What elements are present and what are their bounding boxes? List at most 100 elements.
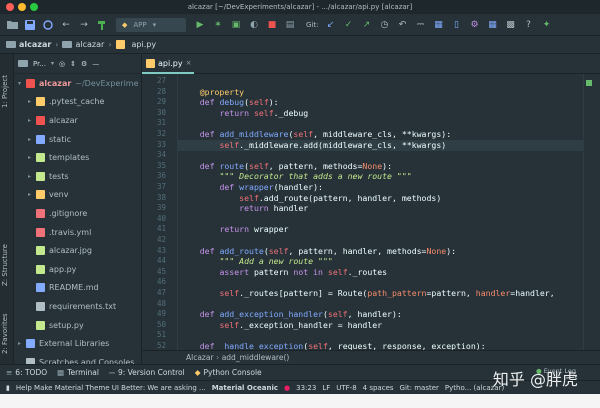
tree-item[interactable]: ▾ alcazar ~/DevExperime (14, 74, 141, 93)
open-folder-icon[interactable] (4, 17, 20, 33)
history-icon[interactable]: ◷ (376, 17, 392, 33)
diff-icon[interactable]: ▦ (430, 17, 446, 33)
code-line[interactable]: def add_exception_handler(self, handler)… (180, 309, 590, 320)
code-line[interactable]: self.add_route(pattern, handler, methods… (180, 193, 590, 204)
code-line[interactable]: """ Decorator that adds a new route """ (180, 171, 590, 182)
locate-file-icon[interactable]: ◎ (59, 60, 65, 68)
code-line[interactable]: self._routes[pattern] = Route(path_patte… (180, 288, 590, 299)
vcs-update-icon[interactable]: ↙ (322, 17, 338, 33)
tree-item[interactable]: ▸ venv (14, 186, 141, 205)
code-line[interactable] (180, 214, 590, 225)
structure-tool-tab[interactable]: Z: Structure (1, 234, 13, 286)
code-line[interactable]: return self._debug (180, 108, 590, 119)
tree-item[interactable]: app.py (14, 260, 141, 279)
build-hammer-icon[interactable] (94, 17, 110, 33)
tree-item[interactable]: ▸ static (14, 130, 141, 149)
todo-tool-tab[interactable]: ≡ 6: TODO (6, 368, 47, 377)
expand-arrow-icon[interactable]: ▾ (18, 80, 26, 87)
theme-name[interactable]: Material Oceanic (212, 384, 278, 392)
tree-item[interactable]: alcazar.jpg (14, 241, 141, 260)
code-line[interactable] (180, 299, 590, 310)
caret-position[interactable]: 33:23 (296, 384, 316, 392)
minimize-window-button[interactable] (18, 3, 26, 11)
tree-item[interactable]: .gitignore (14, 204, 141, 223)
terminal-icon[interactable]: ▩ (502, 17, 518, 33)
expand-arrow-icon[interactable]: ▸ (28, 98, 36, 105)
tab-api-py[interactable]: api.py × (142, 54, 194, 74)
version-control-tool-tab[interactable]: ⎓ 9: Version Control (109, 368, 185, 378)
forward-arrow-icon[interactable]: → (76, 17, 92, 33)
vcs-push-icon[interactable]: ↗ (358, 17, 374, 33)
close-window-button[interactable] (6, 3, 14, 11)
project-view-select[interactable]: Pr... (33, 60, 46, 68)
code-line[interactable]: @property (180, 87, 590, 98)
tree-item[interactable]: Scratches and Consoles (14, 353, 141, 364)
tree-item[interactable]: ▸ External Libraries (14, 334, 141, 353)
breadcrumb-class[interactable]: Alcazar (186, 353, 214, 362)
tree-item[interactable]: requirements.txt (14, 297, 141, 316)
code-line[interactable]: def route(self, pattern, methods=None): (180, 161, 590, 172)
save-icon[interactable] (22, 17, 38, 33)
breadcrumb-method[interactable]: add_middleware() (222, 353, 290, 362)
panel-settings-gear-icon[interactable]: ⚙ (81, 60, 87, 68)
code-line[interactable]: def wrapper(handler): (180, 182, 590, 193)
code-line[interactable] (180, 235, 590, 246)
expand-arrow-icon[interactable]: ▸ (28, 173, 36, 180)
code-line[interactable]: self._exception_handler = handler (180, 320, 590, 331)
expand-arrow-icon[interactable]: ▸ (28, 154, 36, 161)
layout-icon[interactable]: ▤ (282, 17, 298, 33)
tree-item[interactable]: ▸ tests (14, 167, 141, 186)
structure-icon[interactable]: ▯ (448, 17, 464, 33)
code-line[interactable]: return handler (180, 203, 590, 214)
run-icon[interactable]: ▶ (192, 17, 208, 33)
indent-setting[interactable]: 4 spaces (363, 384, 394, 392)
nav-crumb-file[interactable]: api.py (115, 40, 156, 49)
expand-arrow-icon[interactable]: ▸ (28, 117, 36, 124)
code-line[interactable] (180, 277, 590, 288)
expand-arrow-icon[interactable]: ▸ (18, 340, 26, 347)
code-line[interactable] (180, 118, 590, 129)
favorites-tool-tab[interactable]: 2: Favorites (1, 304, 13, 354)
chevron-down-icon[interactable]: ▾ (51, 60, 54, 67)
expand-arrow-icon[interactable]: ▸ (28, 191, 36, 198)
file-encoding[interactable]: UTF-8 (336, 384, 356, 392)
code-line[interactable]: def add_route(self, pattern, handler, me… (180, 246, 590, 257)
git-branch[interactable]: Git: master (400, 384, 439, 392)
status-message[interactable]: Help Make Material Theme UI Better: We a… (16, 384, 206, 392)
code-line[interactable] (180, 330, 590, 341)
debug-icon[interactable]: ✶ (210, 17, 226, 33)
code-line[interactable]: return wrapper (180, 224, 590, 235)
revert-icon[interactable]: ↶ (394, 17, 410, 33)
expand-arrow-icon[interactable]: ▸ (28, 136, 36, 143)
code-line[interactable]: def add_middleware(self, middleware_cls,… (180, 129, 590, 140)
vcs-commit-icon[interactable]: ✓ (340, 17, 356, 33)
code-line[interactable] (180, 76, 590, 87)
tree-item[interactable]: ▸ alcazar (14, 111, 141, 130)
back-arrow-icon[interactable]: ← (58, 17, 74, 33)
code-line[interactable]: assert pattern not in self._routes (180, 267, 590, 278)
nav-crumb-package[interactable]: alcazar (62, 40, 104, 49)
code-line[interactable]: def debug(self): (180, 97, 590, 108)
tree-item[interactable]: README.md (14, 279, 141, 298)
plugin-icon[interactable]: ✦ (538, 17, 554, 33)
project-structure-icon[interactable]: ▦ (484, 17, 500, 33)
stop-icon[interactable]: ■ (264, 17, 280, 33)
tree-item[interactable]: setup.py (14, 316, 141, 335)
line-separator[interactable]: LF (322, 384, 330, 392)
code-line[interactable]: self._middleware.add(middleware_cls, **k… (180, 140, 590, 151)
code-line[interactable]: """ Add a new route """ (180, 256, 590, 267)
inspection-ok-icon[interactable] (586, 80, 592, 86)
collapse-all-icon[interactable]: ⇕ (70, 60, 76, 68)
tree-item[interactable]: ▸ .pytest_cache (14, 93, 141, 112)
branches-icon[interactable]: ⎓ (412, 17, 428, 33)
hide-panel-icon[interactable]: — (92, 60, 99, 68)
code-line[interactable]: def _handle_exception(self, request, res… (180, 341, 590, 350)
tree-item[interactable]: ▸ templates (14, 148, 141, 167)
zoom-window-button[interactable] (30, 3, 38, 11)
help-icon[interactable]: ? (520, 17, 536, 33)
profile-icon[interactable]: ◐ (246, 17, 262, 33)
run-configuration-select[interactable]: ◆ APP ▾ (116, 17, 186, 32)
code-editor[interactable]: @property def debug(self): return self._… (142, 74, 594, 350)
sync-icon[interactable] (40, 17, 56, 33)
code-line[interactable] (180, 150, 590, 161)
